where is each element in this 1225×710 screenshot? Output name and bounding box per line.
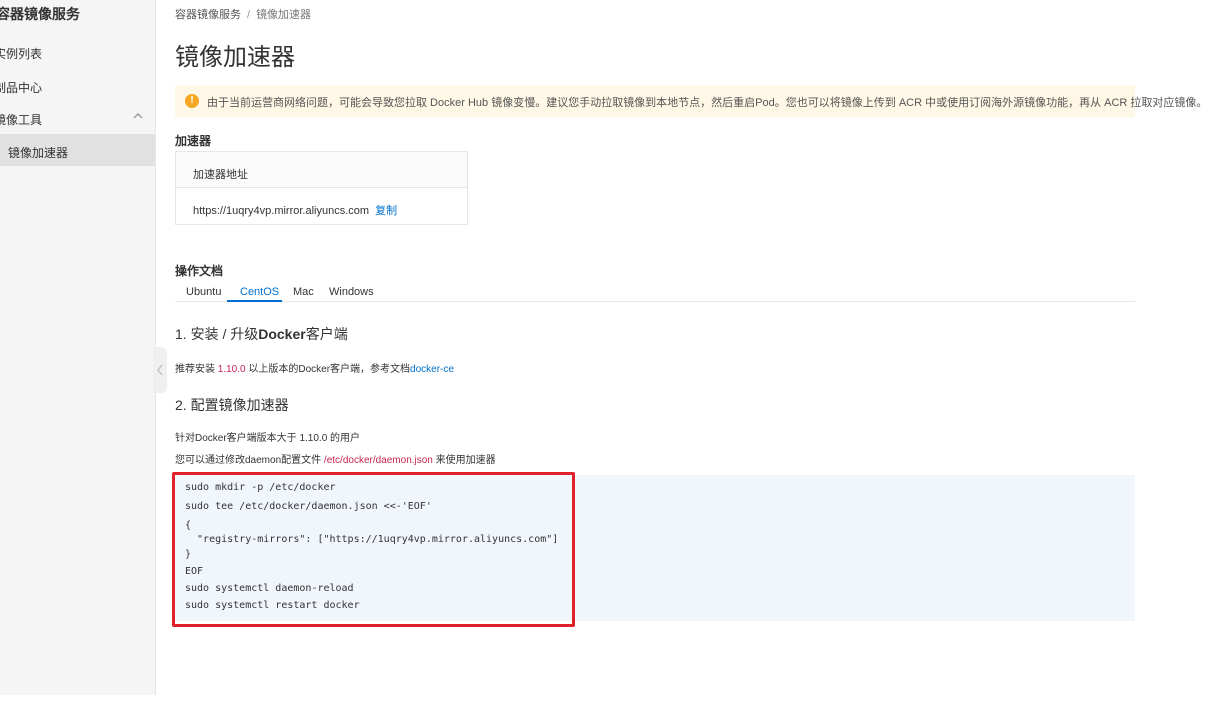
accelerator-url: https://1uqry4vp.mirror.aliyuncs.com [193, 205, 370, 217]
step1-title-prefix: 1. 安装 / 升级 [175, 326, 259, 342]
step1-text-mid: 以上版本的Docker客户端，参考文档 [245, 364, 411, 375]
highlight-box [172, 472, 575, 627]
sidebar-item-artifact-center[interactable]: 制品中心 [0, 79, 42, 96]
breadcrumb-current: 镜像加速器 [256, 9, 312, 21]
accelerator-url-row: https://1uqry4vp.mirror.aliyuncs.com 复制 [193, 202, 397, 218]
warning-icon: ! [185, 94, 199, 108]
notice-text: 由于当前运营商网络问题，可能会导致您拉取 Docker Hub 镜像变慢。建议您… [207, 97, 1208, 109]
docs-section-label: 操作文档 [175, 264, 224, 278]
docker-ce-link[interactable]: docker-ce [410, 364, 454, 375]
page-title: 镜像加速器 [175, 44, 295, 71]
accelerator-section-label: 加速器 [175, 134, 212, 148]
active-tab-indicator [227, 300, 282, 302]
sidebar-item-label: 镜像加速器 [8, 146, 69, 160]
step1-text-prefix: 推荐安装 [175, 364, 218, 375]
os-tabs: Ubuntu CentOS Mac Windows [175, 283, 1135, 302]
step2-title: 2. 配置镜像加速器 [175, 397, 289, 413]
copy-button[interactable]: 复制 [375, 205, 397, 217]
daemon-json-path: /etc/docker/daemon.json [323, 455, 433, 466]
tab-ubuntu[interactable]: Ubuntu [186, 286, 221, 298]
warning-notice: ! 由于当前运营商网络问题，可能会导致您拉取 Docker Hub 镜像变慢。建… [175, 85, 1207, 117]
chevron-left-icon [157, 364, 163, 376]
step1-version: 1.10.0 [217, 364, 246, 375]
sidebar-item-instances[interactable]: 实例列表 [0, 45, 42, 62]
step1-title-bold: Docker [258, 326, 306, 342]
step2-line1: 针对Docker客户端版本大于 1.10.0 的用户 [175, 433, 361, 444]
step1-title: 1. 安装 / 升级Docker客户端 [175, 324, 348, 344]
sidebar-item-image-accelerator[interactable]: 镜像加速器 [0, 134, 155, 166]
sidebar-item-image-tools[interactable]: 镜像工具 [0, 111, 42, 128]
tab-windows[interactable]: Windows [329, 286, 374, 298]
step1-title-suffix: 客户端 [305, 326, 348, 342]
step1-text: 推荐安装 1.10.0 以上版本的Docker客户端，参考文档docker-ce [175, 360, 454, 375]
breadcrumb-separator: / [247, 9, 251, 21]
sidebar-collapse-handle[interactable] [153, 347, 167, 393]
accelerator-card-header: 加速器地址 [176, 152, 467, 188]
chevron-up-icon[interactable] [132, 110, 144, 122]
step2-line2-suffix: 来使用加速器 [432, 455, 496, 466]
step2-line2-prefix: 您可以通过修改daemon配置文件 [175, 455, 324, 466]
accelerator-header-label: 加速器地址 [193, 169, 248, 181]
breadcrumb-root[interactable]: 容器镜像服务 [175, 9, 241, 21]
step2-line2: 您可以通过修改daemon配置文件 /etc/docker/daemon.jso… [175, 451, 496, 466]
accelerator-card: 加速器地址 https://1uqry4vp.mirror.aliyuncs.c… [175, 151, 468, 225]
tab-centos[interactable]: CentOS [240, 286, 279, 298]
sidebar-title: 容器镜像服务 [0, 6, 80, 22]
tab-mac[interactable]: Mac [293, 286, 314, 298]
sidebar: 容器镜像服务 实例列表 制品中心 镜像工具 镜像加速器 [0, 0, 156, 695]
breadcrumb: 容器镜像服务 / 镜像加速器 [175, 6, 311, 22]
